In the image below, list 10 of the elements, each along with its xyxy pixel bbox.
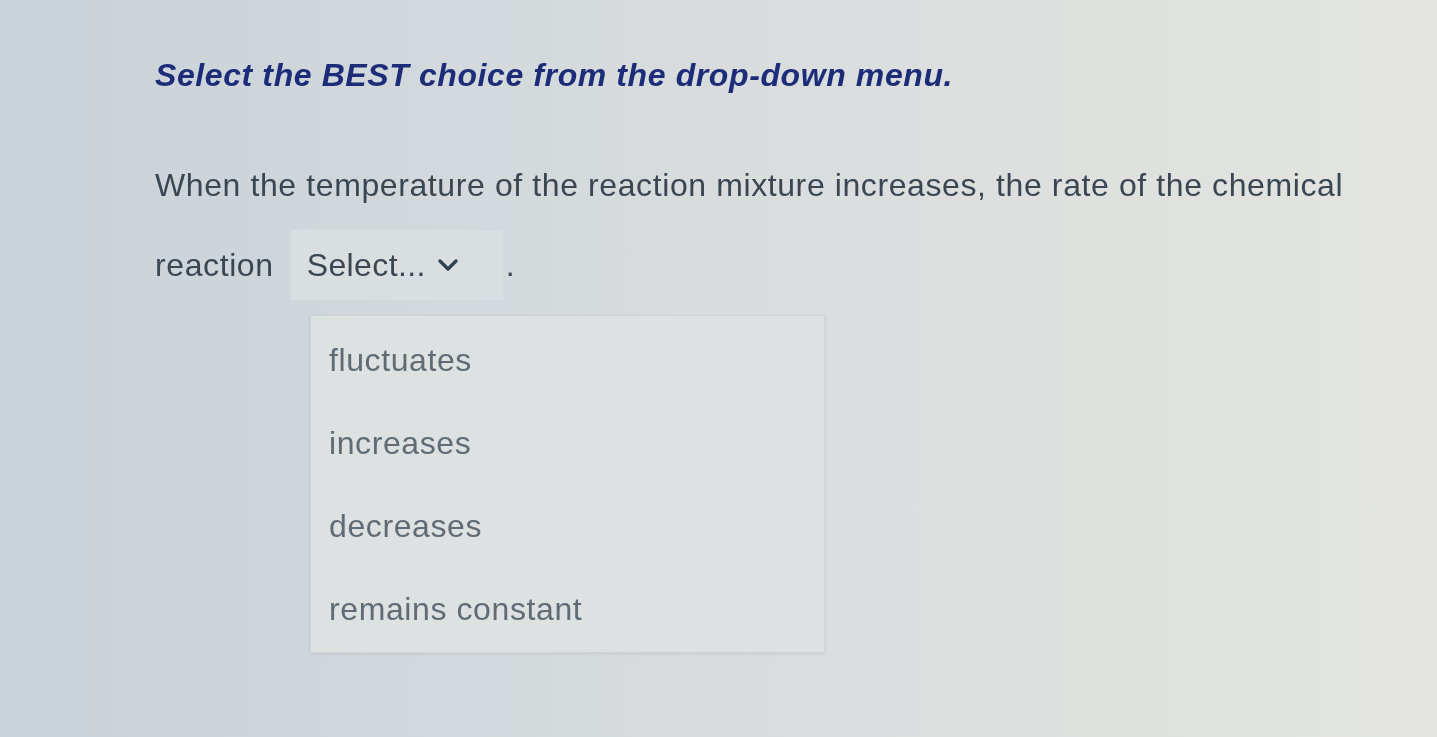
instruction-text: Select the BEST choice from the drop-down menu. xyxy=(155,56,954,95)
dropdown-option[interactable]: fluctuates xyxy=(311,318,824,401)
dropdown-option[interactable]: increases xyxy=(311,401,824,484)
question-text: reaction xyxy=(155,246,274,285)
period-text: . xyxy=(505,246,515,285)
dropdown-option[interactable]: decreases xyxy=(311,484,824,567)
question-text: When the temperature of the reaction mixture increases, the rate of the chemical xyxy=(155,166,1344,205)
chevron-down-icon xyxy=(437,258,458,272)
dropdown-option[interactable]: remains constant xyxy=(311,567,824,650)
dropdown-select[interactable]: Select... xyxy=(289,229,504,301)
